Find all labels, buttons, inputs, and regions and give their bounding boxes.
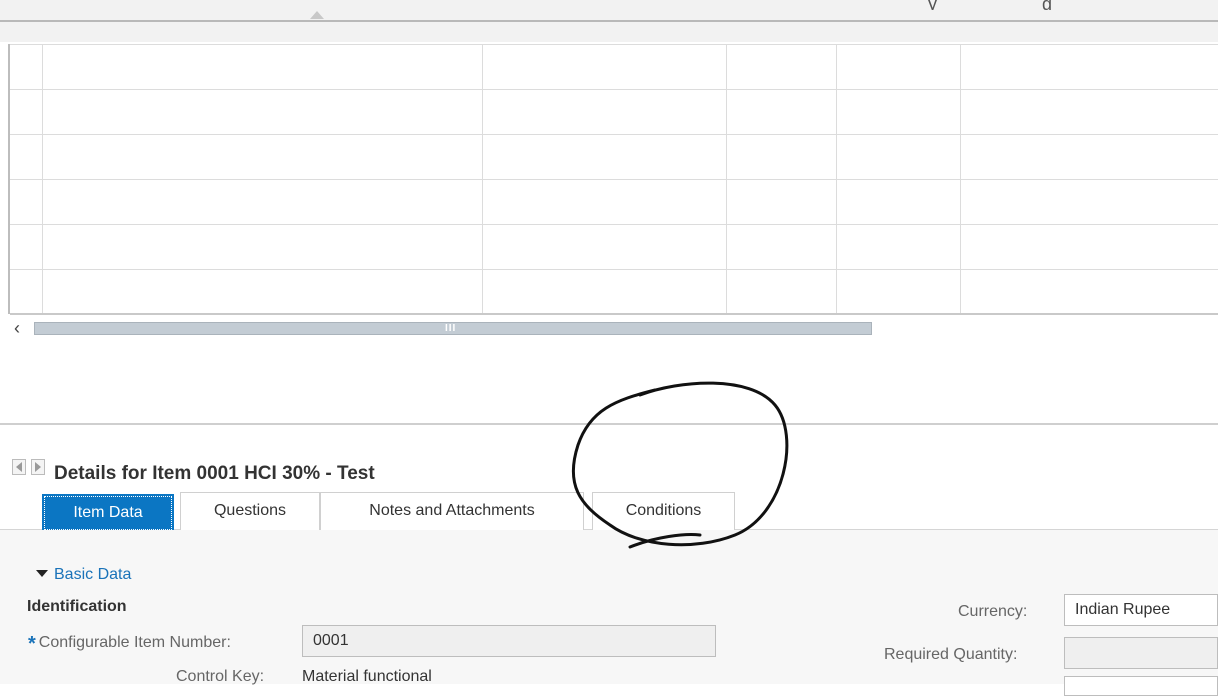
identification-heading: Identification — [27, 598, 127, 615]
collapse-triangle-icon — [36, 570, 48, 577]
control-key-label: Control Key: — [176, 668, 265, 685]
table-column-divider — [42, 44, 43, 314]
collapse-caret-icon[interactable] — [310, 11, 324, 19]
required-quantity-label: Required Quantity: — [884, 646, 1018, 663]
scrollbar-thumb[interactable]: III — [34, 322, 872, 335]
table-column-divider — [726, 44, 727, 314]
required-asterisk-icon: * — [28, 633, 36, 655]
table-row[interactable] — [10, 89, 1218, 134]
currency-label: Currency: — [958, 603, 1028, 620]
table-row[interactable] — [10, 134, 1218, 179]
next-item-button[interactable] — [31, 459, 45, 475]
basic-data-expander[interactable]: Basic Data — [36, 566, 131, 584]
configurable-item-number-field[interactable]: 0001 — [302, 625, 716, 657]
next-field[interactable] — [1064, 676, 1218, 696]
configurable-item-number-label-wrap: * Configurable Item Number: — [28, 633, 231, 656]
currency-field[interactable]: Indian Rupee — [1064, 594, 1218, 626]
table-bottom-border — [10, 313, 1218, 315]
basic-data-label: Basic Data — [54, 566, 132, 583]
grip-icon: III — [445, 323, 457, 334]
cut-off-text-1: y — [928, 0, 937, 10]
previous-item-button[interactable] — [12, 459, 26, 475]
table-column-divider — [482, 44, 483, 314]
panel-splitter[interactable] — [0, 423, 1218, 425]
table-row[interactable] — [10, 269, 1218, 314]
tab-questions[interactable]: Questions — [180, 492, 320, 530]
table-column-divider — [836, 44, 837, 314]
cut-off-text-2: g — [1042, 0, 1053, 10]
configurable-item-number-label: Configurable Item Number: — [38, 634, 231, 651]
arrow-left-icon — [16, 462, 22, 472]
items-table — [8, 44, 1218, 315]
tab-notes-and-attachments[interactable]: Notes and Attachments — [320, 492, 584, 530]
table-row[interactable] — [10, 179, 1218, 224]
required-quantity-field[interactable] — [1064, 637, 1218, 669]
item-data-panel — [0, 530, 1218, 684]
tab-conditions[interactable]: Conditions — [592, 492, 735, 530]
control-key-value: Material functional — [302, 668, 432, 685]
arrow-right-icon — [35, 462, 41, 472]
tab-item-data[interactable]: Item Data — [42, 494, 174, 532]
horizontal-scrollbar[interactable]: ‹ III — [8, 318, 1218, 338]
top-divider — [0, 20, 1218, 22]
scroll-left-icon[interactable]: ‹ — [14, 319, 30, 337]
details-title: Details for Item 0001 HCI 30% - Test — [54, 463, 375, 484]
table-column-divider — [960, 44, 961, 314]
table-row[interactable] — [10, 44, 1218, 89]
table-row[interactable] — [10, 224, 1218, 269]
